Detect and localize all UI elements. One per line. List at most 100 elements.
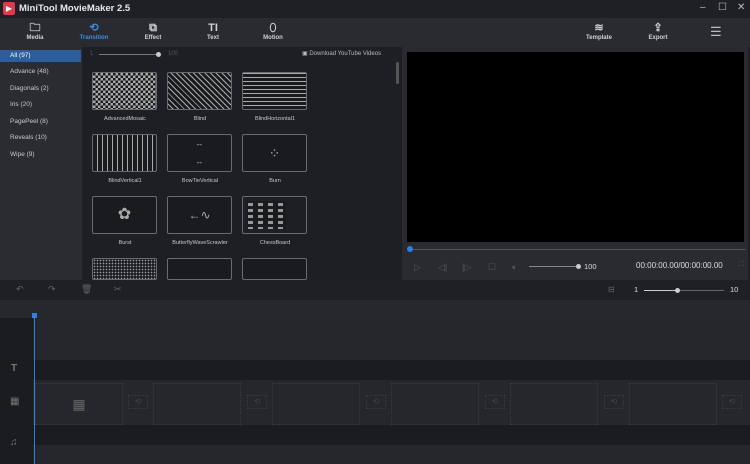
category-all[interactable]: All (97)	[0, 50, 81, 62]
empty-track	[33, 318, 750, 360]
volume-handle[interactable]	[576, 264, 581, 269]
download-youtube-button[interactable]: ▣ Download YouTube Videos	[302, 50, 381, 57]
category-wipe[interactable]: Wipe (9)	[0, 149, 81, 161]
maximize-icon[interactable]: ☐	[718, 2, 727, 13]
volume-icon[interactable]: 🔈︎	[512, 262, 517, 273]
media-drop-slot[interactable]	[510, 383, 598, 425]
transition-label: AdvancedMosaic	[104, 116, 146, 122]
playhead[interactable]	[34, 316, 35, 464]
video-preview	[407, 52, 744, 242]
transition-blind[interactable]	[167, 72, 232, 110]
transition-slot[interactable]: ⟲	[485, 395, 505, 409]
media-drop-slot[interactable]: ▦	[35, 383, 123, 425]
volume-slider[interactable]	[529, 266, 579, 267]
transition-blindhorizontal1[interactable]	[242, 72, 307, 110]
transition-bowtievertical[interactable]: ↔ ↔	[167, 134, 232, 172]
transition-row4-3[interactable]	[242, 258, 307, 280]
prev-frame-icon[interactable]: ◁|	[438, 262, 447, 273]
transition-slot[interactable]: ⟲	[247, 395, 267, 409]
transition-slot[interactable]: ⟲	[604, 395, 624, 409]
category-pagepeel[interactable]: PagePeel (8)	[0, 116, 81, 128]
tab-label: Effect	[144, 35, 162, 41]
split-icon[interactable]: ✂	[114, 284, 122, 295]
zoom-slider-fill	[644, 290, 677, 291]
tab-motion[interactable]: ⬯ Motion	[248, 21, 298, 41]
app-title: MiniTool MovieMaker 2.5	[19, 3, 131, 14]
transition-slot[interactable]: ⟲	[722, 395, 742, 409]
transition-burn[interactable]: ⁘	[242, 134, 307, 172]
category-iris[interactable]: Iris (20)	[0, 99, 81, 111]
transition-chessboard[interactable]	[242, 196, 307, 234]
export-label: Export	[648, 35, 668, 41]
minimize-icon[interactable]: –	[700, 2, 706, 13]
thumbnail-size-slider[interactable]	[99, 54, 159, 55]
category-diagonals[interactable]: Diagonals (2)	[0, 83, 81, 95]
close-icon[interactable]: ✕	[737, 2, 745, 13]
progress-bar[interactable]	[409, 249, 745, 250]
text-track-icon: T	[11, 363, 18, 374]
slider-handle[interactable]	[156, 52, 161, 57]
transition-label: BowTieVertical	[181, 178, 219, 184]
music-track-icon: ♫	[10, 437, 18, 448]
transition-burst[interactable]: ✿	[92, 196, 157, 234]
size-min-label: 1	[90, 51, 94, 57]
undo-icon[interactable]: ↶	[16, 284, 24, 295]
media-drop-slot[interactable]	[391, 383, 479, 425]
effect-icon: ⧉	[149, 22, 157, 34]
menu-icon[interactable]: ☰	[710, 24, 722, 40]
transition-blindvertical1[interactable]	[92, 134, 157, 172]
upload-icon: ⇪	[653, 22, 663, 34]
layers-icon: ≋	[594, 22, 604, 34]
stop-icon[interactable]: ☐	[488, 262, 496, 273]
tab-label: Text	[207, 35, 219, 41]
transition-slot[interactable]: ⟲	[128, 395, 148, 409]
transition-slot[interactable]: ⟲	[366, 395, 386, 409]
zoom-slider-handle[interactable]	[675, 288, 680, 293]
delete-icon[interactable]: 🗑︎	[81, 284, 92, 295]
category-advance[interactable]: Advance (48)	[0, 66, 81, 78]
transition-advancedmosaic[interactable]	[92, 72, 157, 110]
tab-transition[interactable]: ⟲ Transition	[69, 21, 119, 41]
redo-icon[interactable]: ↷	[48, 284, 56, 295]
zoom-max-label: 10	[730, 285, 739, 294]
tab-media[interactable]: 🗀 Media	[10, 21, 60, 41]
export-button[interactable]: ⇪ Export	[633, 21, 683, 41]
playhead-handle[interactable]	[32, 313, 37, 318]
media-drop-slot[interactable]	[153, 383, 241, 425]
transition-label: ButterflyWaveScrawler	[172, 240, 228, 246]
folder-icon: 🗀	[29, 22, 41, 34]
tab-label: Transition	[79, 35, 109, 41]
bottom-track	[33, 445, 750, 464]
fullscreen-icon[interactable]: ⛶	[739, 261, 744, 269]
category-reveals[interactable]: Reveals (10)	[0, 132, 81, 144]
category-sidebar: All (97) Advance (48) Diagonals (2) Iris…	[0, 47, 82, 280]
template-button[interactable]: ≋ Template	[574, 21, 624, 41]
download-label: Download YouTube Videos	[309, 51, 382, 57]
transition-row4-2[interactable]	[167, 258, 232, 280]
tab-label: Motion	[263, 35, 283, 41]
volume-value: 100	[584, 262, 597, 271]
tab-label: Media	[26, 35, 44, 41]
transition-butterflywavescrawler[interactable]: ←∿	[167, 196, 232, 234]
music-track[interactable]	[33, 425, 750, 445]
play-icon[interactable]: ▷	[414, 262, 421, 273]
timeline-ruler[interactable]	[0, 300, 750, 318]
transition-row4-1[interactable]	[92, 258, 157, 280]
media-drop-slot[interactable]	[629, 383, 717, 425]
text-icon: TI	[208, 22, 218, 34]
transition-browser: 1 100 ▣ Download YouTube Videos Advanced…	[82, 47, 400, 280]
zoom-min-label: 1	[634, 285, 639, 294]
tab-effect[interactable]: ⧉ Effect	[128, 21, 178, 41]
timeline-toolbar: ↶ ↷ 🗑︎ ✂ ⊟ 1 10	[0, 280, 750, 300]
text-track[interactable]	[33, 360, 750, 380]
transition-label: BlindVertical1	[108, 178, 142, 184]
main-toolbar: 🗀 Media ⟲ Transition ⧉ Effect TI Text ⬯ Motio…	[0, 18, 750, 47]
scrollbar[interactable]	[396, 62, 399, 84]
tab-text[interactable]: TI Text	[188, 21, 238, 41]
size-max-label: 100	[168, 51, 179, 57]
fit-zoom-icon[interactable]: ⊟	[608, 285, 615, 294]
media-drop-slot[interactable]	[272, 383, 360, 425]
transition-label: ChessBoard	[259, 240, 291, 246]
next-frame-icon[interactable]: |▷	[462, 262, 471, 273]
progress-handle[interactable]	[407, 246, 413, 252]
